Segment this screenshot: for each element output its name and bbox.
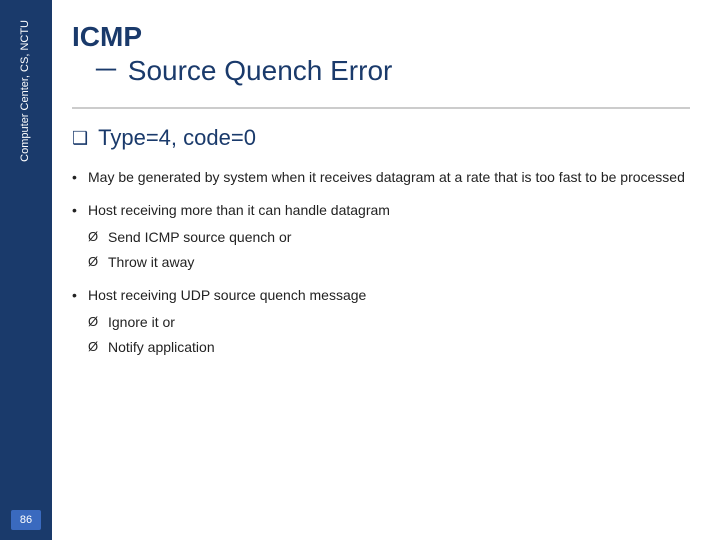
bullet-item: Host receiving more than it can handle d… xyxy=(72,200,690,273)
page-number: 86 xyxy=(11,510,41,530)
sidebar: Computer Center, CS, NCTU 86 xyxy=(0,0,52,540)
sub-list: Ignore it or Notify application xyxy=(88,312,690,358)
bullet-item: Host receiving UDP source quench message… xyxy=(72,285,690,358)
bullet-list: May be generated by system when it recei… xyxy=(72,167,690,358)
sub-list: Send ICMP source quench or Throw it away xyxy=(88,227,690,273)
sub-list-item: Throw it away xyxy=(88,252,690,273)
sidebar-label: Computer Center, CS, NCTU xyxy=(18,20,33,162)
sub-list-item: Ignore it or xyxy=(88,312,690,333)
divider xyxy=(72,107,690,109)
title-section: ICMP － Source Quench Error xyxy=(72,20,690,87)
section-heading-text: Type=4, code=0 xyxy=(98,125,256,151)
section-bullet: ❑ xyxy=(72,128,88,149)
section-heading: ❑ Type=4, code=0 xyxy=(72,125,690,151)
title-main: ICMP xyxy=(72,20,690,54)
content-area: May be generated by system when it recei… xyxy=(72,167,690,520)
sub-list-item: Send ICMP source quench or xyxy=(88,227,690,248)
main-content: ICMP － Source Quench Error ❑ Type=4, cod… xyxy=(52,0,720,540)
sub-list-item: Notify application xyxy=(88,337,690,358)
title-sub: － Source Quench Error xyxy=(72,54,690,88)
bullet-item: May be generated by system when it recei… xyxy=(72,167,690,188)
